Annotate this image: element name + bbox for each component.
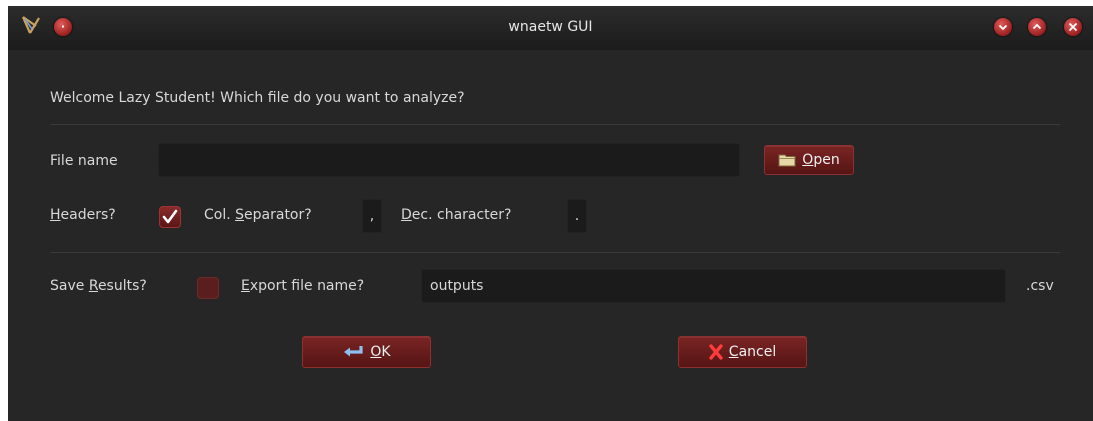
save-results-checkbox[interactable]: [197, 277, 219, 299]
ok-button[interactable]: OK: [302, 336, 431, 368]
col-separator-label: Col. Separator?: [204, 207, 312, 223]
cancel-mnemonic: C: [728, 344, 739, 360]
export-file-input[interactable]: outputs: [421, 269, 1006, 303]
save-results-label: Save Results?: [50, 278, 147, 294]
save-pre: Save: [50, 278, 89, 294]
col-sep-mnemonic: S: [235, 207, 245, 223]
close-button[interactable]: [1064, 18, 1082, 36]
title-bar[interactable]: · wnaetw GUI: [8, 6, 1093, 50]
save-rest: esults?: [97, 278, 147, 294]
export-file-label: Export file name?: [241, 278, 364, 294]
open-button-label: Open: [802, 152, 839, 168]
ok-button-label: OK: [370, 344, 390, 360]
open-mnemonic: O: [802, 152, 814, 168]
export-extension: .csv: [1026, 278, 1054, 294]
dec-character-input[interactable]: .: [567, 199, 587, 233]
minimize-icon: [998, 24, 1008, 31]
folder-icon: [778, 154, 796, 167]
open-label-rest: pen: [813, 152, 840, 168]
export-mnemonic: E: [241, 278, 250, 294]
save-mnemonic: R: [88, 278, 98, 294]
headers-mnemonic: H: [50, 207, 61, 223]
maximize-icon: [1032, 23, 1042, 30]
minimize-button[interactable]: [994, 18, 1012, 36]
col-sep-pre: Col.: [204, 207, 236, 223]
checkmark-icon: [162, 209, 178, 224]
cancel-button-label: Cancel: [729, 344, 776, 360]
dec-char-mnemonic: D: [401, 207, 412, 223]
export-rest: xport file name?: [249, 278, 365, 294]
app-window: · wnaetw GUI Welcome Lazy Student! Which…: [8, 6, 1093, 421]
red-x-icon: [709, 344, 723, 360]
close-icon: [1068, 22, 1078, 32]
divider: [50, 252, 1060, 253]
headers-label: Headers?: [50, 207, 116, 223]
welcome-message: Welcome Lazy Student! Which file do you …: [50, 90, 465, 106]
ok-mnemonic: O: [370, 344, 382, 360]
file-name-input[interactable]: [158, 143, 740, 177]
dec-char-rest: ec. character?: [411, 207, 512, 223]
window-title: wnaetw GUI: [508, 19, 593, 35]
cancel-button[interactable]: Cancel: [678, 336, 807, 368]
open-button[interactable]: Open: [764, 145, 854, 175]
return-arrow-icon: [344, 346, 363, 357]
dec-character-label: Dec. character?: [401, 207, 511, 223]
headers-label-rest: eaders?: [60, 207, 116, 223]
maximize-button[interactable]: [1028, 18, 1046, 36]
col-sep-rest: eparator?: [244, 207, 312, 223]
headers-checkbox[interactable]: [159, 206, 181, 228]
ok-rest: K: [381, 344, 391, 360]
col-separator-input[interactable]: ,: [362, 199, 382, 233]
divider: [50, 124, 1060, 125]
cancel-rest: ancel: [738, 344, 777, 360]
file-name-label: File name: [50, 153, 118, 169]
